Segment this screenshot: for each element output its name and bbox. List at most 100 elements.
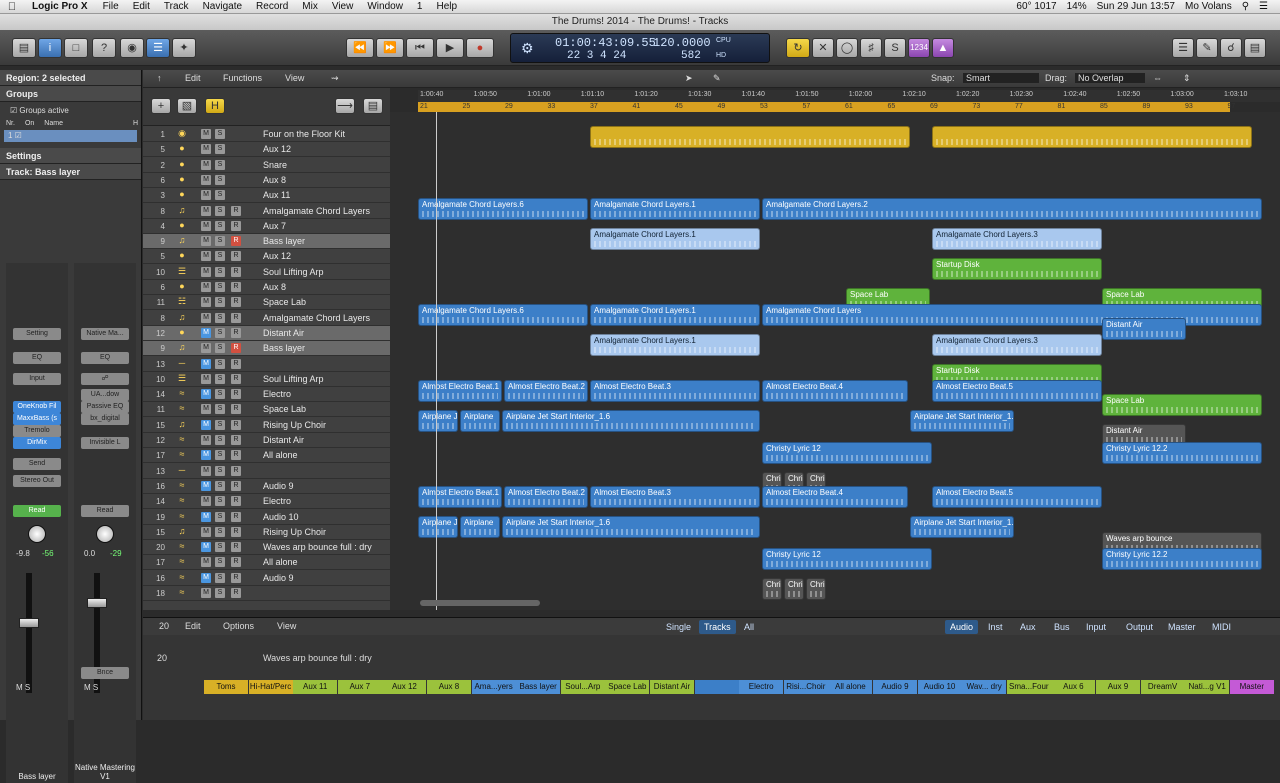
solo-button[interactable]: S <box>215 205 225 216</box>
track-header[interactable]: 8 ♫ M S R Amalgamate Chord Layers <box>143 204 390 219</box>
track-icon[interactable]: ≈ <box>175 541 189 554</box>
mute-button[interactable]: M <box>201 266 211 277</box>
view-menu[interactable]: View <box>285 73 304 83</box>
region[interactable]: Chri <box>762 578 782 600</box>
solo-button[interactable]: S <box>215 327 225 338</box>
plugin-slot-2[interactable]: MaxxBass (s <box>13 413 61 425</box>
menu-window[interactable]: Window <box>360 1 410 12</box>
clock[interactable]: Sun 29 Jun 13:57 <box>1097 1 1175 12</box>
tab-all[interactable]: All <box>739 620 759 634</box>
volume-fader-cap[interactable] <box>19 618 39 628</box>
track-header[interactable]: 2 ● M S Snare <box>143 158 390 173</box>
track-header[interactable]: 10 ☰ M S R Soul Lifting Arp <box>143 265 390 280</box>
track-name[interactable]: Space Lab <box>263 404 306 414</box>
add-track-button[interactable]: + <box>151 98 171 114</box>
mute-button[interactable]: M <box>201 526 211 537</box>
track-icon[interactable]: ☰ <box>175 266 189 279</box>
forward-button[interactable]: ⏩ <box>376 38 404 58</box>
track-header[interactable]: 1 ◉ M S Four on the Floor Kit <box>143 127 390 142</box>
region[interactable]: Airplane Je <box>418 516 458 538</box>
filter-midi[interactable]: MIDI <box>1207 620 1236 634</box>
region[interactable]: Christy Lyric 12.2 <box>1102 442 1262 464</box>
tab-tracks[interactable]: Tracks <box>699 620 736 634</box>
groups-header[interactable]: Groups <box>0 86 141 102</box>
pointer-tool-icon[interactable]: ➤ <box>685 73 693 84</box>
mute-button[interactable]: M <box>201 511 211 522</box>
region[interactable]: Amalgamate Chord Layers.1 <box>590 334 760 356</box>
search-icon[interactable]: ⚲ <box>1242 1 1249 12</box>
track-icon[interactable]: ♫ <box>175 342 189 355</box>
region[interactable]: Almost Electro Beat.1 <box>418 380 502 402</box>
region[interactable]: Chri <box>784 578 804 600</box>
track-name[interactable]: Bass layer <box>263 343 305 353</box>
filter-bus[interactable]: Bus <box>1049 620 1075 634</box>
mute-button[interactable]: M <box>201 480 211 491</box>
track-icon[interactable]: ◉ <box>175 128 189 141</box>
region[interactable]: Airplane Jet Start Interior_1. <box>910 516 1014 538</box>
track-name[interactable]: Amalgamate Chord Layers <box>263 313 370 323</box>
record-enable-button[interactable]: R <box>231 480 241 491</box>
weather-status[interactable]: 60° 1017 <box>1016 1 1056 12</box>
mute-button[interactable]: M <box>201 220 211 231</box>
track-icon[interactable]: ≈ <box>175 403 189 416</box>
metronome-button[interactable]: ▲ <box>932 38 954 58</box>
region[interactable]: Airplane <box>460 516 500 538</box>
region[interactable]: Airplane <box>460 410 500 432</box>
track-icon[interactable]: ♫ <box>175 312 189 325</box>
track-header[interactable]: 18 ≈ M S R <box>143 586 390 601</box>
track-name[interactable]: Electro <box>263 496 291 506</box>
record-enable-button[interactable]: R <box>231 450 241 461</box>
track-icon[interactable]: ♫ <box>175 235 189 248</box>
mute-solo-buttons[interactable]: M S <box>84 683 98 692</box>
mixer-channel-name[interactable]: Aux 6 <box>1051 680 1096 694</box>
track-header[interactable]: 14 ≈ M S R Electro <box>143 387 390 403</box>
mute-button[interactable]: M <box>201 588 211 598</box>
automation-read-button[interactable]: Read <box>13 505 61 517</box>
plugin-slot-1[interactable]: OneKnob Fil <box>13 401 61 413</box>
settings-header[interactable]: Settings <box>0 148 141 164</box>
track-header[interactable]: 16 ≈ M S R Audio 9 <box>143 571 390 586</box>
solo-button[interactable]: S <box>215 129 225 139</box>
mixer-channel-name[interactable]: DreamV <box>1140 680 1185 694</box>
mute-button[interactable]: M <box>201 496 211 507</box>
track-name[interactable]: Audio 9 <box>263 481 294 491</box>
play-button[interactable]: ▶ <box>436 38 464 58</box>
filter-aux[interactable]: Aux <box>1015 620 1041 634</box>
mixer-channel-name[interactable]: Soul...Arp <box>560 680 605 694</box>
track-header[interactable]: 12 ≈ M S R Distant Air <box>143 433 390 448</box>
track-name[interactable]: Aux 11 <box>263 190 290 200</box>
track-name[interactable]: Aux 12 <box>263 251 291 261</box>
track-header[interactable]: 5 ● M S Aux 12 <box>143 142 390 158</box>
track-header[interactable]: 5 ● M S R Aux 12 <box>143 249 390 265</box>
region[interactable]: Amalgamate Chord Layers.1 <box>590 198 760 220</box>
record-enable-button[interactable]: R <box>231 251 241 262</box>
track-name[interactable]: Snare <box>263 160 287 170</box>
track-icon[interactable]: ● <box>175 327 189 340</box>
track-header[interactable]: 17 ≈ M S R All alone <box>143 448 390 464</box>
track-name[interactable]: Aux 7 <box>263 221 286 231</box>
region[interactable]: Christy Lyric 12 <box>762 442 932 464</box>
track-icon[interactable]: ● <box>175 220 189 233</box>
volume-fader-track[interactable] <box>26 573 32 693</box>
mute-button[interactable]: M <box>201 297 211 308</box>
track-icon[interactable]: ─ <box>175 358 189 371</box>
mute-button[interactable]: M <box>201 144 211 155</box>
autopunch-button[interactable]: ◯ <box>836 38 858 58</box>
solo-button[interactable]: S <box>215 266 225 277</box>
track-name[interactable]: All alone <box>263 557 298 567</box>
solo-button[interactable]: S <box>215 174 225 185</box>
mixer-channel-name[interactable]: Wav... dry <box>962 680 1007 694</box>
record-enable-button[interactable]: R <box>231 588 241 598</box>
mute-button[interactable]: M <box>201 435 211 445</box>
filter-master[interactable]: Master <box>1163 620 1201 634</box>
region[interactable]: Christy Lyric 12.2 <box>1102 548 1262 570</box>
apple-icon[interactable]:  <box>0 1 24 13</box>
track-icon[interactable]: ● <box>175 143 189 156</box>
solo-button[interactable]: S <box>215 588 225 598</box>
region-drums[interactable] <box>932 126 1252 148</box>
up-arrow-icon[interactable]: ↑ <box>157 73 162 83</box>
filter-output[interactable]: Output <box>1121 620 1158 634</box>
eq-button[interactable]: EQ <box>81 352 129 364</box>
bounce-button[interactable]: Bnce <box>81 667 129 679</box>
track-header[interactable]: 9 ♫ M S R Bass layer <box>143 341 390 357</box>
